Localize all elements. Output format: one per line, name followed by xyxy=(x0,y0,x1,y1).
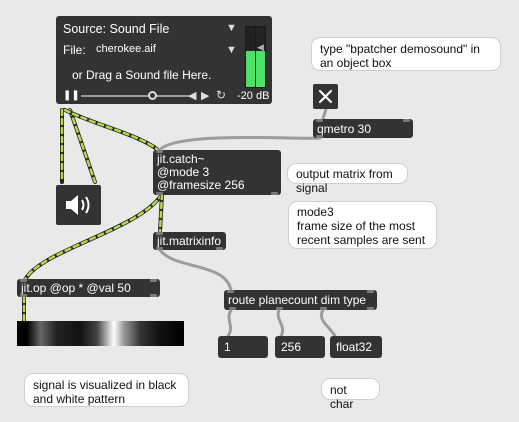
dim-number-box[interactable]: 256 xyxy=(275,336,325,358)
jit-pwindow-display[interactable] xyxy=(17,321,184,346)
jit-catch-object[interactable]: jit.catch~ @mode 3 @framesize 256 xyxy=(153,150,281,195)
outlet[interactable] xyxy=(156,192,163,195)
outlet[interactable] xyxy=(320,307,327,310)
outlet[interactable] xyxy=(216,247,223,250)
gain-readout: -20 dB xyxy=(237,90,270,102)
inlet[interactable] xyxy=(403,119,410,122)
source-label: Source: Sound File xyxy=(63,22,170,36)
outlet[interactable] xyxy=(271,192,278,195)
source-menu[interactable]: Source: Sound File xyxy=(63,22,169,36)
toggle[interactable] xyxy=(313,84,338,109)
meter-fill xyxy=(246,51,255,87)
file-menu[interactable]: cherokee.aif xyxy=(96,43,156,55)
meter-fill xyxy=(256,51,265,87)
file-label: File: xyxy=(63,43,86,57)
file-row: File: xyxy=(63,43,86,57)
sound-file-player[interactable]: Source: Sound File ▼ File: cherokee.aif … xyxy=(56,16,272,104)
jit-matrixinfo-object[interactable]: jit.matrixinfo xyxy=(153,232,226,250)
qmetro-object[interactable]: qmetro 30 xyxy=(313,119,413,138)
level-meter-right xyxy=(255,26,266,88)
speaker-icon xyxy=(66,195,90,215)
outlet[interactable] xyxy=(229,307,236,310)
outlet[interactable] xyxy=(150,294,157,297)
drag-hint: or Drag a Sound file Here. xyxy=(72,68,212,82)
gain-pointer-icon[interactable]: ◀ xyxy=(257,42,264,53)
comment-not-char: not char xyxy=(321,378,380,411)
object-text: qmetro 30 xyxy=(317,122,372,136)
comment-bpatcher: type "bpatcher demosound" in an object b… xyxy=(311,37,501,71)
pause-icon[interactable]: ❚❚ xyxy=(63,90,80,101)
object-text: route planecount dim type xyxy=(228,293,367,307)
outlet[interactable] xyxy=(316,135,323,138)
slider-knob-icon[interactable] xyxy=(147,91,157,100)
type-message-box[interactable]: float32 xyxy=(330,336,382,358)
comment-visualized: signal is visualized in black and white … xyxy=(24,373,189,407)
chevron-down-icon[interactable]: ▼ xyxy=(226,22,237,34)
object-text: jit.matrixinfo xyxy=(157,234,222,248)
file-chevron-down-icon[interactable]: ▼ xyxy=(226,44,237,56)
inlet[interactable] xyxy=(150,279,157,282)
ezdac-button[interactable] xyxy=(56,185,101,225)
comment-output: output matrix from signal xyxy=(287,163,408,195)
play-icon[interactable]: ▶ xyxy=(201,89,209,102)
outlet[interactable] xyxy=(367,307,374,310)
object-text: jit.catch~ @mode 3 @framesize 256 xyxy=(157,152,245,192)
jit-op-object[interactable]: jit.op @op * @val 50 xyxy=(17,279,160,297)
position-slider[interactable] xyxy=(81,91,189,100)
loop-icon[interactable]: ↻ xyxy=(216,88,226,102)
planecount-number-box[interactable]: 1 xyxy=(218,336,268,358)
outlet[interactable] xyxy=(20,294,27,297)
outlet[interactable] xyxy=(156,247,163,250)
comment-mode3: mode3 frame size of the most recent samp… xyxy=(288,201,437,249)
rewind-icon[interactable]: ◀ xyxy=(188,89,196,102)
inlet[interactable] xyxy=(367,290,374,293)
object-text: jit.op @op * @val 50 xyxy=(21,281,131,295)
route-object[interactable]: route planecount dim type xyxy=(224,290,377,310)
outlet[interactable] xyxy=(276,307,283,310)
close-x-icon xyxy=(318,89,333,104)
